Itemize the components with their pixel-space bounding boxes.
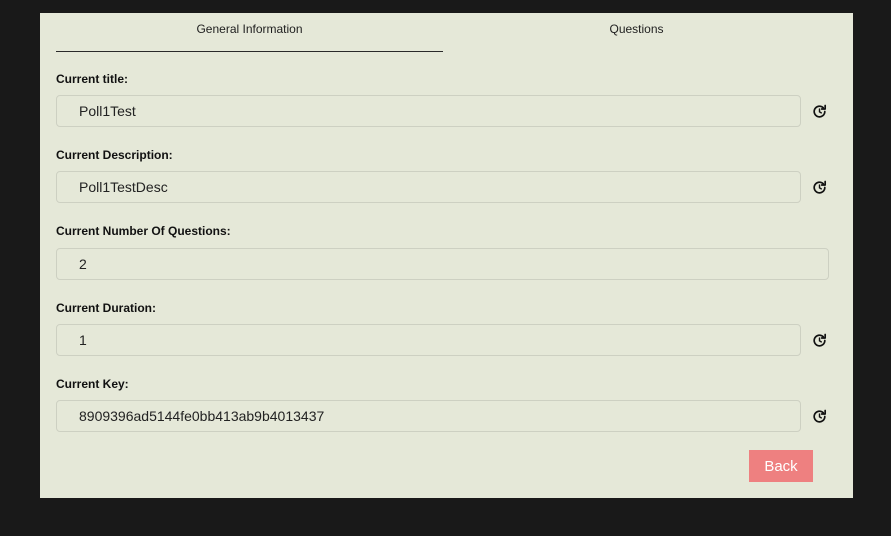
refresh-duration-icon[interactable] xyxy=(810,331,828,349)
refresh-title-icon[interactable] xyxy=(810,102,828,120)
key-label: Current Key: xyxy=(56,377,129,391)
tab-questions[interactable]: Questions xyxy=(443,13,830,52)
poll-edit-panel: General Information Questions Current ti… xyxy=(40,13,853,498)
tab-bar: General Information Questions xyxy=(56,13,829,53)
description-input[interactable]: Poll1TestDesc xyxy=(56,171,801,203)
description-label: Current Description: xyxy=(56,148,173,162)
refresh-key-icon[interactable] xyxy=(810,407,828,425)
title-label: Current title: xyxy=(56,72,128,86)
number-of-questions-input[interactable]: 2 xyxy=(56,248,829,280)
active-tab-indicator xyxy=(56,51,443,52)
tab-general-information[interactable]: General Information xyxy=(56,13,443,52)
refresh-description-icon[interactable] xyxy=(810,178,828,196)
duration-label: Current Duration: xyxy=(56,301,156,315)
key-input[interactable]: 8909396ad5144fe0bb413ab9b4013437 xyxy=(56,400,801,432)
duration-input[interactable]: 1 xyxy=(56,324,801,356)
back-button[interactable]: Back xyxy=(749,450,813,482)
number-of-questions-label: Current Number Of Questions: xyxy=(56,224,231,238)
title-input[interactable]: Poll1Test xyxy=(56,95,801,127)
